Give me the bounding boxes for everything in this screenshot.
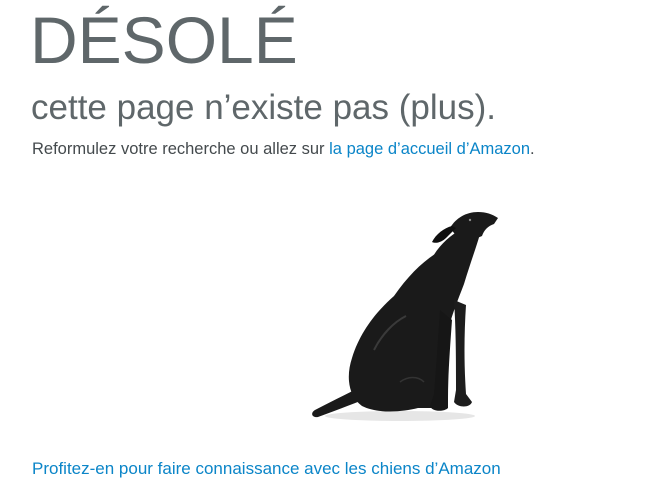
message-prefix: Reformulez votre recherche ou allez sur: [32, 140, 330, 158]
error-message: Reformulez votre recherche ou allez sur …: [32, 138, 535, 160]
amazon-home-link[interactable]: la page d’accueil d’Amazon: [329, 140, 530, 158]
error-headline: DÉSOLÉ: [30, 3, 298, 77]
error-subheadline: cette page n’existe pas (plus).: [31, 88, 496, 127]
message-suffix: .: [530, 140, 535, 158]
black-dog-icon: [312, 212, 498, 421]
amazon-dogs-link[interactable]: Profitez-en pour faire connaissance avec…: [32, 458, 501, 480]
